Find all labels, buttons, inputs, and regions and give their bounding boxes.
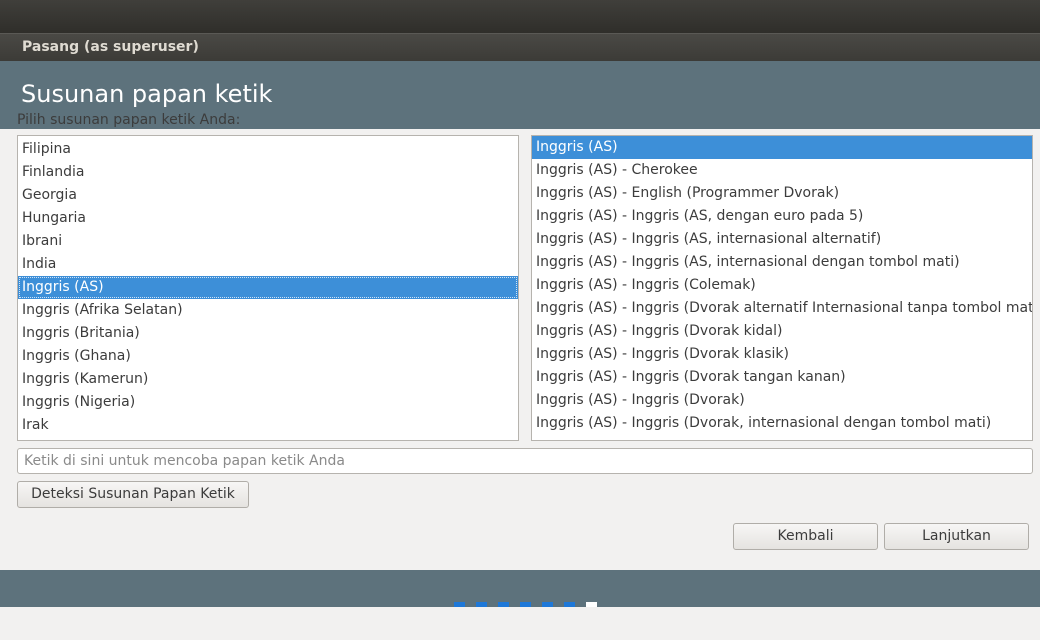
variant-list-item[interactable]: Inggris (AS) - Inggris (AS, internasiona… — [532, 228, 1032, 251]
desktop-top-bar — [0, 0, 1040, 33]
progress-step-dot — [454, 602, 465, 607]
layout-list-item[interactable]: Hungaria — [18, 207, 518, 230]
variant-list-item[interactable]: Inggris (AS) - Inggris (Dvorak kidal) — [532, 320, 1032, 343]
keyboard-test-input[interactable] — [17, 448, 1033, 474]
window-title: Pasang (as superuser) — [22, 39, 199, 55]
layout-list-item[interactable]: India — [18, 253, 518, 276]
layout-list-item[interactable]: Inggris (Britania) — [18, 322, 518, 345]
back-button[interactable]: Kembali — [733, 523, 878, 550]
progress-step-dot — [476, 602, 487, 607]
layout-list-item[interactable]: Ibrani — [18, 230, 518, 253]
layout-list[interactable]: Filipina Finlandia Georgia Hungaria Ibrani In… — [17, 135, 519, 441]
layout-list-item[interactable]: Inggris (Ghana) — [18, 345, 518, 368]
progress-step-dot — [498, 602, 509, 607]
layout-list-item[interactable]: Inggris (Kamerun) — [18, 368, 518, 391]
layout-list-item[interactable]: Inggris (AS) — [18, 276, 518, 299]
progress-step-dot — [520, 602, 531, 607]
variant-list-item[interactable]: Inggris (AS) - Inggris (AS, dengan euro … — [532, 205, 1032, 228]
variant-list-item[interactable]: Inggris (AS) - Inggris (Dvorak alternati… — [532, 297, 1032, 320]
layout-list-item[interactable]: Georgia — [18, 184, 518, 207]
variant-list-item[interactable]: Inggris (AS) - Inggris (Dvorak, internas… — [532, 412, 1032, 435]
layout-prompt-label: Pilih susunan papan ketik Anda: — [17, 112, 241, 128]
variant-list[interactable]: Inggris (AS) Inggris (AS) - Cherokee Inggr… — [531, 135, 1033, 441]
page-title: Susunan papan ketik — [21, 80, 273, 108]
variant-list-item[interactable]: Inggris (AS) - Inggris (AS, internasiona… — [532, 251, 1032, 274]
detect-layout-button[interactable]: Deteksi Susunan Papan Ketik — [17, 481, 249, 508]
progress-step-dot — [564, 602, 575, 607]
variant-list-item[interactable]: Inggris (AS) — [532, 136, 1032, 159]
layout-list-item[interactable]: Inggris (Afrika Selatan) — [18, 299, 518, 322]
variant-list-item[interactable]: Inggris (AS) - Inggris (Dvorak) — [532, 389, 1032, 412]
window-titlebar[interactable]: Pasang (as superuser) — [0, 33, 1040, 61]
layout-list-item[interactable]: Finlandia — [18, 161, 518, 184]
progress-indicator — [454, 602, 597, 607]
layout-list-item[interactable]: Irak — [18, 414, 518, 437]
progress-step-dot — [586, 602, 597, 607]
layout-list-item[interactable]: Inggris (Nigeria) — [18, 391, 518, 414]
progress-step-dot — [542, 602, 553, 607]
continue-button[interactable]: Lanjutkan — [884, 523, 1029, 550]
variant-list-item[interactable]: Inggris (AS) - Inggris (Colemak) — [532, 274, 1032, 297]
variant-list-item[interactable]: Inggris (AS) - Inggris (Dvorak klasik) — [532, 343, 1032, 366]
layout-list-item[interactable]: Filipina — [18, 138, 518, 161]
installer-footer — [0, 570, 1040, 607]
variant-list-item[interactable]: Inggris (AS) - English (Programmer Dvora… — [532, 182, 1032, 205]
variant-list-item[interactable]: Inggris (AS) - Cherokee — [532, 159, 1032, 182]
variant-list-item[interactable]: Inggris (AS) - Inggris (Dvorak tangan ka… — [532, 366, 1032, 389]
